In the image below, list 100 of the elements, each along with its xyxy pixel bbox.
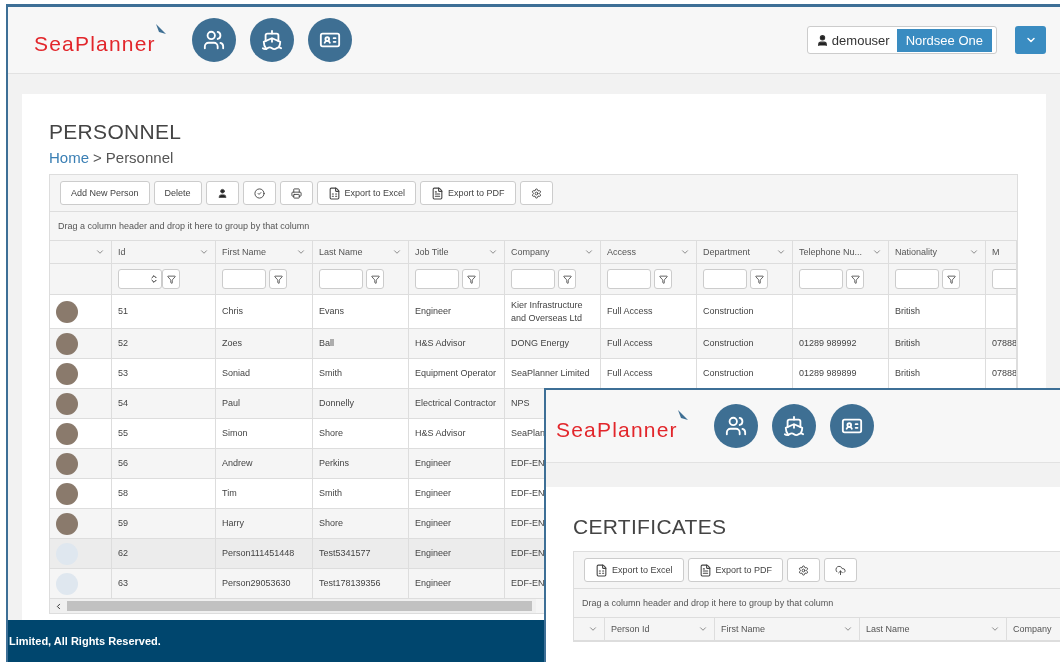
filter-field[interactable] (222, 269, 266, 289)
settings-button[interactable] (519, 181, 553, 205)
toolbar-button[interactable]: Delete (153, 181, 202, 205)
column-header[interactable]: First Name (721, 624, 765, 634)
table-cell: EDF-EN (511, 547, 545, 560)
nav-button[interactable] (829, 404, 874, 448)
column-menu-icon[interactable] (698, 624, 708, 634)
scroll-left-icon[interactable] (54, 601, 63, 611)
table-cell: Andrew (222, 457, 253, 470)
table-cell: 63 (118, 577, 128, 590)
filter-button[interactable] (750, 269, 768, 289)
column-header[interactable]: Department (703, 247, 751, 257)
breadcrumb-link[interactable]: Home (49, 149, 89, 166)
filter-field[interactable] (799, 269, 843, 289)
export-pdf-button[interactable]: Export to PDF (420, 181, 516, 205)
site-label[interactable]: Nordsee One (896, 28, 992, 52)
nav-button[interactable] (249, 18, 294, 62)
column-header[interactable]: Job Title (415, 247, 449, 257)
table-cell: Chris (222, 305, 243, 318)
filter-button[interactable] (366, 269, 384, 289)
filter-button[interactable] (654, 269, 672, 289)
table-cell: 07888 (992, 337, 1016, 350)
logo-text: SeaPlanner (34, 32, 156, 56)
column-menu-icon[interactable] (969, 247, 979, 257)
column-menu-icon[interactable] (872, 247, 882, 257)
user-icon (815, 33, 829, 47)
filter-button[interactable] (269, 269, 287, 289)
filter-icon (850, 274, 860, 284)
column-menu-icon[interactable] (199, 247, 209, 257)
column-header[interactable]: Telephone Nu... (799, 247, 863, 257)
filter-field[interactable] (895, 269, 939, 289)
person-button[interactable] (205, 181, 239, 205)
column-header[interactable]: Company (511, 247, 550, 257)
column-header[interactable]: Nationality (895, 247, 938, 257)
filter-field[interactable] (607, 269, 651, 289)
table-cell: 01289 989899 (799, 367, 857, 380)
column-menu-icon[interactable] (392, 247, 402, 257)
column-header[interactable]: First Name (222, 247, 266, 257)
filter-button[interactable] (558, 269, 576, 289)
nav-button[interactable] (307, 18, 352, 62)
table-cell: DONG Energy (511, 337, 570, 350)
spreadsheet-file-icon (327, 186, 341, 200)
check-button[interactable] (242, 181, 276, 205)
nav-button[interactable] (191, 18, 236, 62)
filter-field[interactable] (703, 269, 747, 289)
people-icon (202, 29, 225, 51)
nav-button[interactable] (771, 404, 816, 448)
column-header[interactable]: Company (1013, 624, 1052, 634)
print-button[interactable] (279, 181, 313, 205)
filter-field[interactable] (118, 269, 162, 289)
column-header[interactable]: M (992, 247, 1000, 257)
table-cell: Full Access (607, 305, 653, 318)
export-excel-button[interactable]: Export to Excel (316, 181, 417, 205)
filter-button[interactable] (846, 269, 864, 289)
column-menu-icon[interactable] (588, 624, 598, 634)
table-cell: Harry (222, 517, 244, 530)
column-menu-icon[interactable] (296, 247, 306, 257)
table-cell: Test5341577 (319, 547, 371, 560)
filter-button[interactable] (942, 269, 960, 289)
column-header[interactable]: Person Id (611, 624, 650, 634)
filter-button[interactable] (162, 269, 180, 289)
column-header[interactable]: Last Name (319, 247, 363, 257)
dropdown-button[interactable] (1015, 26, 1046, 54)
column-menu-icon[interactable] (843, 624, 853, 634)
people-icon (724, 415, 747, 437)
table-cell: SeaPlan (511, 427, 546, 440)
column-menu-icon[interactable] (95, 247, 105, 257)
table-cell: British (895, 305, 920, 318)
table-cell: H&S Advisor (415, 337, 466, 350)
scrollbar-thumb[interactable] (67, 601, 532, 611)
table-cell: Shore (319, 517, 344, 530)
table-cell: H&S Advisor (415, 427, 466, 440)
column-header[interactable]: Access (607, 247, 636, 257)
column-menu-icon[interactable] (488, 247, 498, 257)
settings-icon (798, 564, 810, 576)
table-cell: Simon (222, 427, 248, 440)
toolbar-button[interactable]: Add New Person (60, 181, 150, 205)
export-excel-button[interactable]: Export to Excel (584, 558, 684, 582)
column-menu-icon[interactable] (776, 247, 786, 257)
column-menu-icon[interactable] (584, 247, 594, 257)
filter-field[interactable] (319, 269, 363, 289)
filter-button[interactable] (462, 269, 480, 289)
table-cell: Shore (319, 427, 344, 440)
table-cell: EDF-EN (511, 487, 545, 500)
settings-button[interactable] (787, 558, 821, 582)
table-cell: Person111451448 (222, 547, 295, 560)
table-cell: Electrical Contractor (415, 397, 497, 410)
filter-icon (166, 274, 176, 284)
logo-mark-icon (677, 410, 688, 422)
filter-field[interactable] (511, 269, 555, 289)
column-menu-icon[interactable] (680, 247, 690, 257)
nav-button[interactable] (713, 404, 758, 448)
upload-button[interactable] (824, 558, 858, 582)
filter-field[interactable] (415, 269, 459, 289)
column-header[interactable]: Id (118, 247, 126, 257)
export-pdf-button[interactable]: Export to PDF (687, 558, 784, 582)
logo-mark-icon (155, 24, 166, 36)
table-cell: Zoes (222, 337, 242, 350)
column-header[interactable]: Last Name (866, 624, 910, 634)
column-menu-icon[interactable] (990, 624, 1000, 634)
